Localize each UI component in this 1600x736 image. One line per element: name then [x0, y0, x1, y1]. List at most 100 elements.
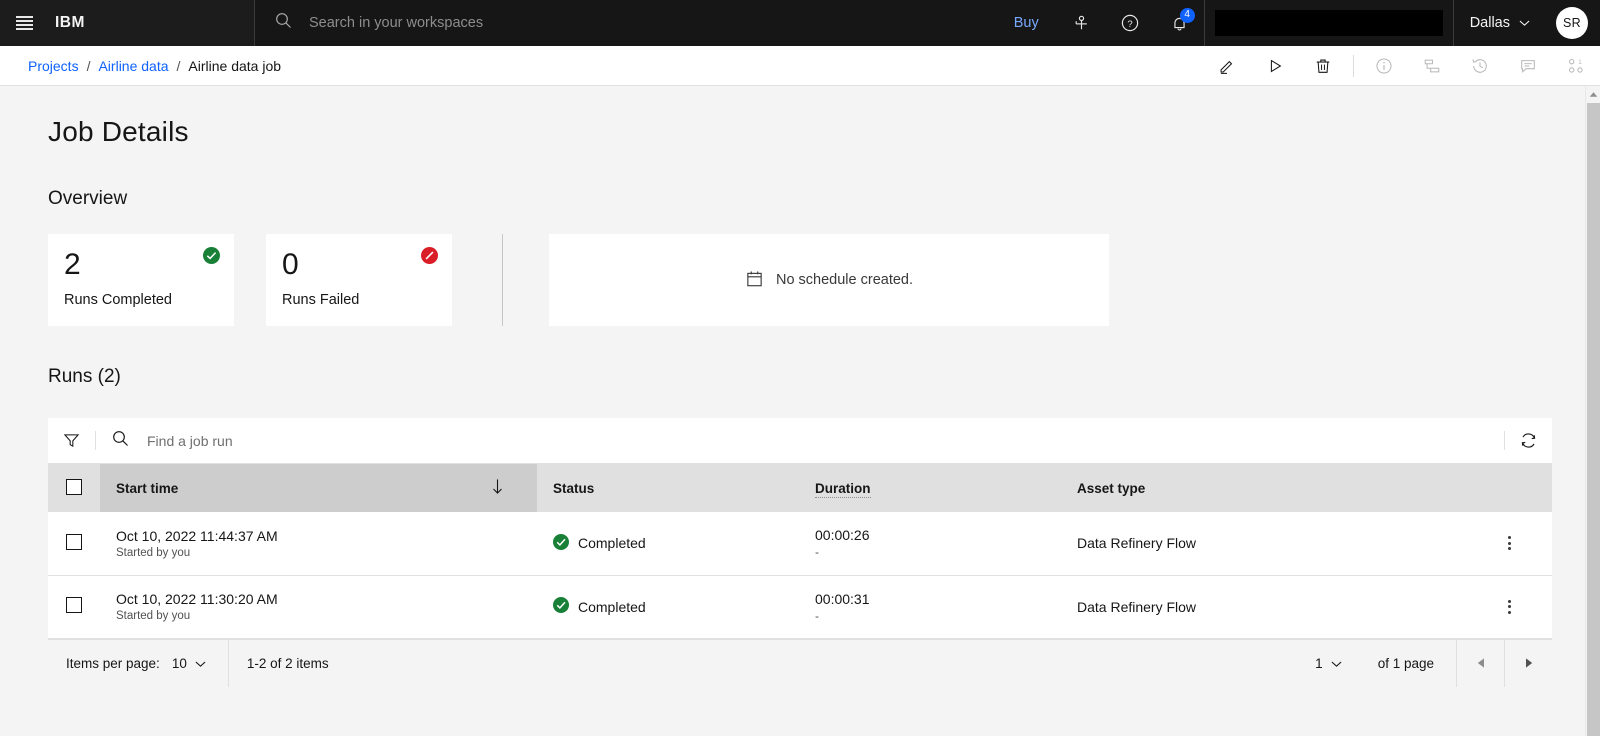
table-row[interactable]: Oct 10, 2022 11:30:20 AM Started by you — [48, 575, 1552, 638]
overflow-menu-icon[interactable] — [1497, 599, 1522, 614]
table-row[interactable]: Oct 10, 2022 11:44:37 AM Started by you — [48, 512, 1552, 575]
svg-text:1: 1 — [1578, 58, 1582, 65]
breadcrumb-item-projects[interactable]: Projects — [28, 58, 79, 74]
cell-asset-type: Data Refinery Flow — [1061, 512, 1481, 575]
action-divider — [1353, 54, 1354, 77]
column-header-status[interactable]: Status — [537, 464, 799, 512]
column-header-actions — [1481, 464, 1552, 512]
edit-button[interactable] — [1203, 46, 1251, 86]
header-right-group: Buy ? 4 Dallas SR — [996, 0, 1600, 46]
error-slash-icon — [421, 247, 438, 264]
breadcrumb-item-airline-data[interactable]: Airline data — [98, 58, 168, 74]
column-header-duration[interactable]: Duration — [799, 464, 1061, 512]
table-search-input[interactable] — [147, 432, 1504, 449]
help-icon[interactable]: ? — [1106, 0, 1155, 46]
ibm-logo[interactable]: IBM — [55, 14, 85, 32]
stat-card-runs-completed: 2 Runs Completed — [48, 234, 234, 326]
duration-value: 00:00:31 — [815, 590, 870, 607]
notifications-icon[interactable]: 4 — [1155, 0, 1204, 46]
overview-row: 2 Runs Completed 0 Runs Failed No schedu… — [48, 234, 1552, 326]
started-by-value: Started by you — [116, 610, 191, 622]
page-value: 1 — [1315, 655, 1323, 671]
svg-text:?: ? — [1128, 19, 1133, 30]
column-label: Duration — [815, 480, 871, 498]
pagination-right: 1 of 1 page — [1293, 639, 1552, 687]
stat-value: 2 — [64, 248, 81, 281]
breadcrumb-separator: / — [86, 57, 91, 74]
comments-icon[interactable] — [1504, 46, 1552, 86]
chevron-down-icon — [195, 656, 206, 671]
cell-status: Completed — [537, 512, 799, 575]
table-search[interactable] — [96, 430, 1504, 452]
asset-type-value: Data Refinery Flow — [1077, 598, 1197, 615]
filter-icon[interactable] — [48, 418, 95, 464]
table-head: Start time Status Duration Asset type — [48, 464, 1552, 512]
column-header-asset-type[interactable]: Asset type — [1061, 464, 1481, 512]
history-icon[interactable] — [1456, 46, 1504, 86]
region-selector[interactable]: Dallas — [1452, 0, 1548, 46]
page-total-text: of 1 page — [1377, 655, 1434, 671]
related-assets-icon[interactable] — [1408, 46, 1456, 86]
row-checkbox[interactable] — [66, 597, 82, 613]
scrollbar-thumb[interactable] — [1587, 103, 1600, 736]
run-button[interactable] — [1251, 46, 1299, 86]
avatar[interactable]: SR — [1556, 7, 1588, 39]
info-icon[interactable] — [1360, 46, 1408, 86]
page-select[interactable]: 1 — [1293, 656, 1360, 671]
table-body: Oct 10, 2022 11:44:37 AM Started by you — [48, 512, 1552, 638]
start-time-value: Oct 10, 2022 11:30:20 AM — [116, 591, 278, 607]
cell-start-time: Oct 10, 2022 11:44:37 AM Started by you — [100, 512, 537, 575]
search-input[interactable] — [309, 15, 996, 31]
row-checkbox[interactable] — [66, 533, 82, 550]
access-control-icon[interactable]: 1 — [1552, 46, 1600, 86]
search-icon — [275, 12, 292, 34]
global-search[interactable] — [254, 0, 996, 46]
sort-descending-icon — [490, 478, 505, 498]
next-page-button[interactable] — [1504, 639, 1552, 687]
stat-label: Runs Failed — [282, 292, 360, 308]
runs-table: Start time Status — [48, 418, 1552, 687]
schedule-message: No schedule created. — [775, 272, 914, 288]
select-all-header — [48, 464, 100, 512]
select-all-checkbox[interactable] — [66, 478, 82, 495]
previous-page-button[interactable] — [1456, 639, 1504, 687]
page-scrollbar[interactable] — [1585, 86, 1600, 736]
status-label: Completed — [578, 598, 646, 615]
schedule-card: No schedule created. — [549, 234, 1109, 326]
row-select-cell — [48, 575, 100, 638]
chevron-down-icon — [1331, 656, 1342, 671]
runs-heading: Runs (2) — [48, 366, 121, 387]
duration-sub-value: - — [815, 608, 819, 623]
hamburger-menu-icon[interactable] — [0, 0, 48, 46]
status-label: Completed — [578, 535, 646, 552]
pagination: Items per page: 10 1-2 of 2 items 1 of 1… — [48, 638, 1552, 687]
start-time-value: Oct 10, 2022 11:44:37 AM — [116, 527, 278, 544]
chevron-down-icon — [1519, 15, 1530, 31]
duration-sub-value: - — [815, 545, 819, 560]
refresh-icon[interactable] — [1505, 418, 1552, 464]
column-label: Status — [553, 480, 595, 496]
page-content: Job Details Overview 2 Runs Completed 0 … — [0, 86, 1600, 687]
cell-asset-type: Data Refinery Flow — [1061, 575, 1481, 638]
overflow-menu-icon[interactable] — [1497, 536, 1522, 551]
buy-button[interactable]: Buy — [996, 0, 1057, 46]
global-header: IBM Buy ? 4 — [0, 0, 1600, 46]
delete-button[interactable] — [1299, 46, 1347, 86]
region-label: Dallas — [1469, 15, 1510, 31]
breadcrumb-item-current: Airline data job — [188, 57, 282, 74]
search-icon — [112, 430, 129, 452]
items-per-page-select[interactable]: 10 — [172, 656, 228, 671]
flow-switcher-icon[interactable] — [1057, 0, 1106, 46]
breadcrumb-bar: Projects / Airline data / Airline data j… — [0, 46, 1600, 86]
asset-type-value: Data Refinery Flow — [1077, 535, 1197, 552]
notification-badge: 4 — [1179, 8, 1195, 23]
cell-status: Completed — [537, 575, 799, 638]
items-per-page-value: 10 — [171, 655, 187, 671]
column-header-start-time[interactable]: Start time — [100, 464, 537, 512]
cell-duration: 00:00:26 - — [799, 512, 1061, 575]
success-check-icon — [203, 247, 220, 264]
scroll-up-arrow-icon[interactable] — [1586, 86, 1600, 102]
column-label: Start time — [116, 480, 179, 496]
page-body: Job Details Overview 2 Runs Completed 0 … — [0, 86, 1600, 736]
redacted-account-field — [1203, 0, 1453, 46]
